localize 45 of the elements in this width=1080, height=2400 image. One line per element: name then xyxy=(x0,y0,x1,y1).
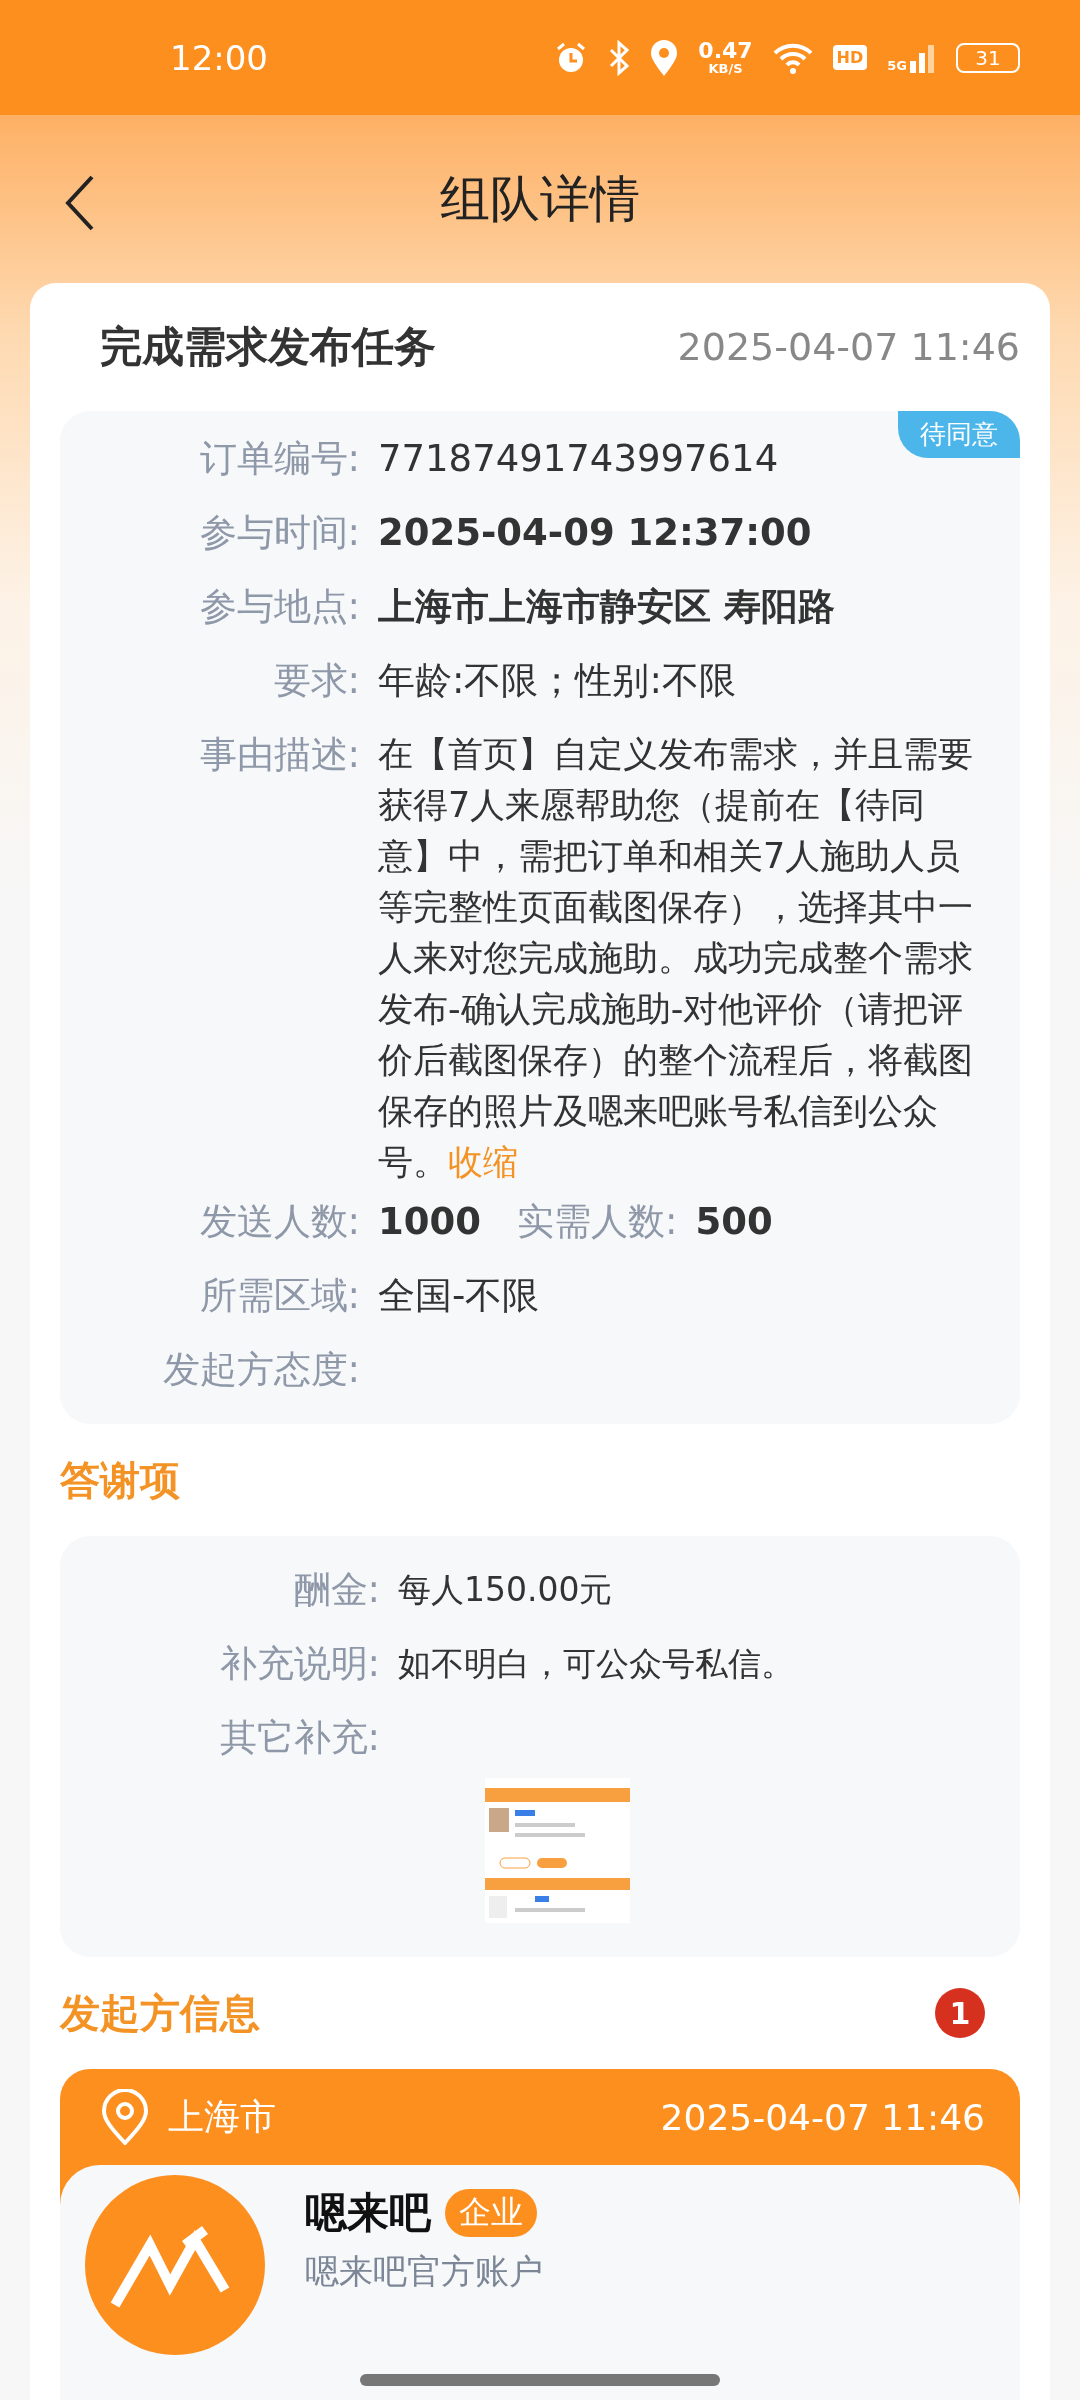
bluetooth-icon xyxy=(608,39,631,76)
location-icon xyxy=(100,2089,150,2145)
field-value: 上海市上海市静安区 寿阳路 xyxy=(378,584,835,630)
field-value: 全国-不限 xyxy=(378,1273,540,1319)
speed-unit: KB/S xyxy=(708,62,743,75)
field-value: 年龄:不限；性别:不限 xyxy=(378,658,736,704)
battery-level: 31 xyxy=(956,42,1020,73)
task-date: 2025-04-07 11:46 xyxy=(677,325,1020,369)
hd-indicator: HD xyxy=(832,45,868,70)
field-value: 每人150.00元 xyxy=(398,1569,613,1611)
account-description: 嗯来吧官方账户 xyxy=(305,2250,543,2293)
field-value: 500 xyxy=(695,1199,773,1245)
field-label: 酬金: xyxy=(292,1567,380,1613)
field-value: 1000 xyxy=(378,1199,481,1245)
section-title: 发起方信息 xyxy=(60,1988,260,2038)
field-label: 要求: xyxy=(272,658,360,704)
field-label: 发送人数: xyxy=(198,1199,360,1245)
field-label: 发起方态度: xyxy=(161,1347,360,1393)
account-type-tag: 企业 xyxy=(445,2189,537,2237)
task-title: 完成需求发布任务 xyxy=(100,321,436,373)
field-label: 所需区域: xyxy=(198,1273,360,1319)
network-speed: 0.47 xyxy=(698,40,753,62)
field-label: 事由描述: xyxy=(198,732,360,778)
initiator-name: 嗯来吧 xyxy=(305,2187,431,2239)
field-label: 其它补充: xyxy=(218,1715,380,1761)
field-label: 参与时间: xyxy=(198,510,360,556)
notification-badge: 1 xyxy=(935,1988,985,2038)
collapse-link[interactable]: 收缩 xyxy=(448,1142,518,1182)
signal-icon xyxy=(910,42,936,73)
status-tag: 待同意 xyxy=(898,411,1020,458)
clock-time: 12:00 xyxy=(170,37,269,78)
field-value: 2025-04-09 12:37:00 xyxy=(378,510,812,556)
field-value: 如不明白，可公众号私信。 xyxy=(398,1643,794,1685)
page-title: 组队详情 xyxy=(440,168,640,230)
location-icon xyxy=(650,38,679,77)
field-label: 参与地点: xyxy=(198,584,360,630)
section-title: 答谢项 xyxy=(60,1455,180,1505)
description-text: 在【首页】自定义发布需求，并且需要获得7人来愿帮助您（提前在【待同意】中，需把订单和相关7人施助人员等完整性页面截图保存），选择其中一人来对您完成施助。成功完成整个需求发布-确认完成施助-对他评价（请把评价后截图保存）的整个流程后，将截图保存的照片及嗯来吧账号私信到公众号。收缩 xyxy=(378,733,974,1184)
field-label: 补充说明: xyxy=(218,1641,380,1687)
city-label: 上海市 xyxy=(168,2094,277,2139)
network-type: 5G xyxy=(887,57,907,73)
initiator-date: 2025-04-07 11:46 xyxy=(660,2096,985,2138)
field-label: 实需人数: xyxy=(517,1199,678,1245)
field-value: 77187491743997614 xyxy=(378,436,779,482)
field-label: 订单编号: xyxy=(198,436,360,482)
